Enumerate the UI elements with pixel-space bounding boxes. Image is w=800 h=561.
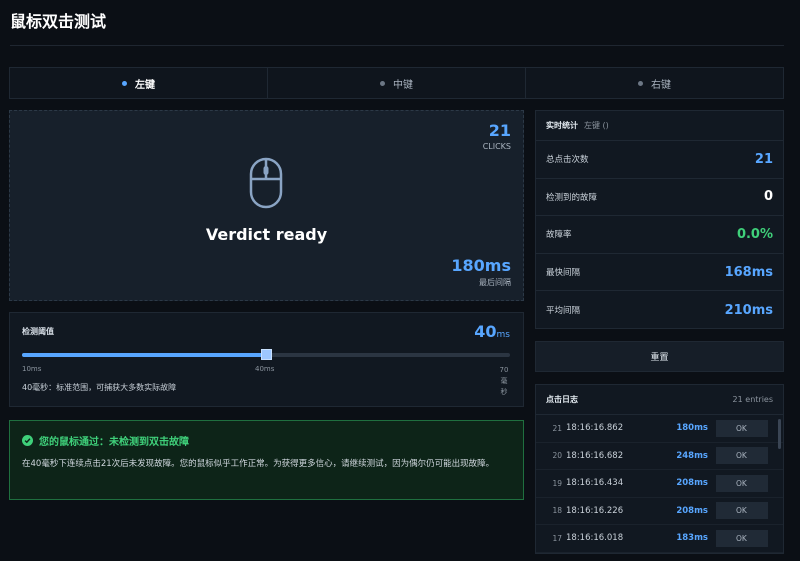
button-tabs: 左键 中键 右键	[9, 67, 784, 99]
tab-label: 左键	[135, 79, 155, 91]
tab-label: 中键	[393, 79, 413, 91]
log-index: 20	[552, 451, 562, 461]
result-body: 在40毫秒下连续点击21次后未发现故障。您的鼠标似乎工作正常。为获得更多信心，请…	[22, 459, 495, 469]
log-row: 20 18:16:16.682 248ms OK	[536, 443, 783, 470]
log-status-badge: OK	[716, 474, 768, 492]
result-banner: 您的鼠标通过：未检测到双击故障 在40毫秒下连续点击21次后未发现故障。您的鼠标…	[9, 420, 524, 500]
click-count-label: CLICKS	[482, 142, 511, 151]
log-row: 17 18:16:16.018 183ms OK	[536, 525, 783, 553]
mouse-icon	[249, 157, 283, 209]
tab-left-button[interactable]: 左键	[10, 68, 268, 98]
log-index: 17	[552, 533, 562, 543]
log-timestamp: 18:16:16.434	[566, 478, 624, 489]
threshold-unit: ms	[496, 330, 510, 340]
log-scrollbar[interactable]	[778, 419, 781, 449]
stat-total-clicks: 总点击次数 21	[536, 141, 783, 179]
result-title-text: 您的鼠标通过：未检测到双击故障	[39, 437, 189, 448]
slider-thumb[interactable]	[261, 349, 272, 360]
stat-faults: 检测到的故障 0	[536, 179, 783, 217]
click-log-panel: 点击日志 21 entries 21 18:16:16.862 180ms OK…	[535, 384, 784, 554]
log-entry-count: 21 entries	[732, 395, 773, 404]
stat-label: 平均间隔	[546, 306, 581, 317]
stats-title: 实时统计	[546, 121, 578, 130]
stats-subtitle: 左键 ()	[584, 121, 609, 130]
reset-button[interactable]: 重置	[535, 341, 784, 372]
live-stats-panel: 实时统计 左键 () 总点击次数 21 检测到的故障 0 故障率 0.0% 最快…	[535, 110, 784, 329]
log-interval: 208ms	[676, 478, 708, 489]
log-index: 21	[552, 423, 562, 433]
log-interval: 183ms	[676, 533, 708, 544]
threshold-number: 40	[474, 322, 497, 341]
slider-tick-mid: 40ms	[255, 365, 275, 373]
stat-label: 最快间隔	[546, 268, 581, 279]
last-interval-value: 180ms	[451, 256, 511, 275]
threshold-value: 40ms	[474, 322, 510, 341]
stat-value: 210ms	[724, 302, 773, 318]
click-count-value: 21	[488, 121, 511, 140]
threshold-label: 检测阈值	[22, 327, 54, 336]
check-circle-icon	[22, 435, 33, 446]
log-timestamp: 18:16:16.226	[566, 505, 624, 516]
log-row: 21 18:16:16.862 180ms OK	[536, 415, 783, 443]
log-status-badge: OK	[716, 447, 768, 465]
log-index: 18	[552, 506, 562, 516]
log-interval: 208ms	[676, 505, 708, 516]
stat-value: 0	[763, 189, 773, 205]
stat-value: 21	[754, 151, 773, 167]
log-row: 18 18:16:16.226 208ms OK	[536, 498, 783, 525]
log-status-badge: OK	[716, 529, 768, 547]
log-timestamp: 18:16:16.018	[566, 533, 624, 544]
threshold-description: 40毫秒：标准范围，可捕获大多数实际故障	[22, 383, 177, 392]
tab-right-button[interactable]: 右键	[526, 68, 783, 98]
last-interval-label: 最后间隔	[479, 278, 511, 287]
threshold-panel: 检测阈值 40ms 10ms 40ms 70毫秒 40毫秒：标准范围，可捕获大多…	[9, 312, 524, 407]
log-timestamp: 18:16:16.682	[566, 450, 624, 461]
slider-tick-max: 70毫秒	[499, 366, 509, 396]
slider-tick-min: 10ms	[22, 365, 42, 373]
log-interval: 248ms	[676, 450, 708, 461]
click-test-area[interactable]: 21 CLICKS Verdict ready 180ms 最后间隔	[9, 110, 524, 301]
stat-value: 168ms	[724, 264, 773, 280]
click-counter: 21 CLICKS	[483, 121, 511, 151]
log-row: 19 18:16:16.434 208ms OK	[536, 470, 783, 498]
stat-value: 0.0%	[736, 226, 773, 242]
stats-header: 实时统计 左键 ()	[536, 111, 783, 141]
log-timestamp: 18:16:16.862	[566, 423, 624, 434]
log-index: 19	[552, 478, 562, 488]
page-title: 鼠标双击测试	[10, 12, 107, 31]
tab-middle-button[interactable]: 中键	[268, 68, 526, 98]
log-title: 点击日志	[546, 395, 578, 404]
stat-fault-rate: 故障率 0.0%	[536, 216, 783, 254]
log-status-badge: OK	[716, 502, 768, 520]
title-divider	[10, 45, 784, 46]
stat-label: 故障率	[546, 230, 572, 241]
stat-fastest-interval: 最快间隔 168ms	[536, 254, 783, 292]
last-interval: 180ms 最后间隔	[451, 256, 511, 288]
slider-fill	[22, 353, 266, 357]
stat-label: 总点击次数	[546, 155, 589, 166]
dot-icon	[638, 80, 643, 86]
stat-average-interval: 平均间隔 210ms	[536, 291, 783, 329]
active-dot-icon	[122, 80, 127, 86]
dot-icon	[380, 80, 385, 86]
log-interval: 180ms	[676, 423, 708, 434]
log-status-badge: OK	[716, 419, 768, 437]
stat-label: 检测到的故障	[546, 192, 598, 203]
log-header: 点击日志 21 entries	[536, 385, 783, 415]
result-title: 您的鼠标通过：未检测到双击故障	[22, 433, 189, 448]
threshold-slider[interactable]	[22, 349, 510, 360]
tab-label: 右键	[651, 79, 671, 91]
verdict-text: Verdict ready	[205, 225, 328, 244]
